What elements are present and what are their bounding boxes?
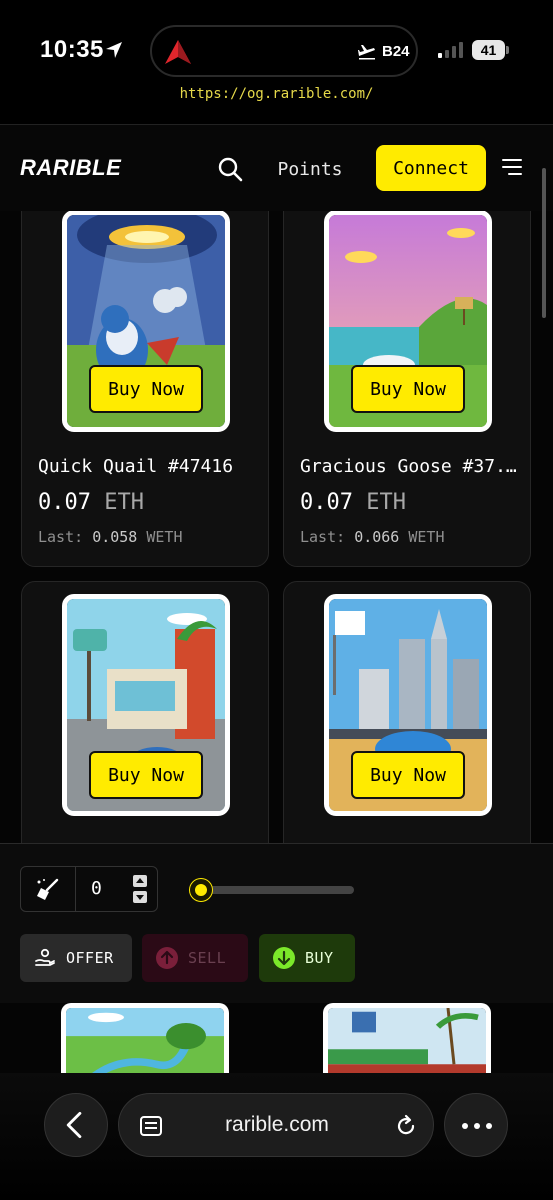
offer-button[interactable]: OFFER xyxy=(20,934,132,982)
buy-now-button[interactable]: Buy Now xyxy=(351,751,465,799)
buy-now-button[interactable]: Buy Now xyxy=(351,365,465,413)
nft-image[interactable] xyxy=(61,1003,229,1073)
nft-card[interactable]: Buy Now xyxy=(283,581,531,843)
address-url[interactable]: rarible.com xyxy=(119,1094,435,1156)
nft-price: 0.07 ETH xyxy=(300,490,406,515)
nft-card[interactable]: Buy Now Gracious Goose #37... 0.07 ETH L… xyxy=(283,211,531,567)
nft-name[interactable]: Gracious Goose #37... xyxy=(300,456,520,477)
battery-tip xyxy=(506,46,509,54)
url-hint: https://og.rarible.com/ xyxy=(179,86,374,102)
nft-card[interactable]: Buy Now xyxy=(21,581,269,843)
reload-icon[interactable] xyxy=(393,1113,419,1139)
divider xyxy=(75,867,76,911)
browser-toolbar: rarible.com xyxy=(0,1073,553,1200)
search-icon[interactable] xyxy=(216,155,244,183)
buy-now-button[interactable]: Buy Now xyxy=(89,365,203,413)
arrow-up-icon xyxy=(156,947,178,969)
nft-image[interactable]: Buy Now xyxy=(62,594,230,816)
battery-level: 41 xyxy=(472,40,505,60)
nft-grid[interactable]: Buy Now Quick Quail #47416 0.07 ETH Last… xyxy=(0,211,553,843)
hamburger-menu-icon[interactable] xyxy=(502,155,528,179)
dynamic-island: B24 xyxy=(150,25,418,77)
decrement-icon[interactable] xyxy=(133,891,147,903)
site-header: RARIBLE Points Connect xyxy=(0,125,553,211)
cellular-signal-icon xyxy=(438,42,463,58)
last-sale-label: Last: xyxy=(300,528,346,546)
sweep-slider-track[interactable] xyxy=(192,886,354,894)
nft-image[interactable] xyxy=(323,1003,491,1073)
flight-code: B24 xyxy=(382,43,410,60)
nft-card[interactable]: Buy Now Quick Quail #47416 0.07 ETH Last… xyxy=(21,211,269,567)
sweep-slider-handle[interactable] xyxy=(190,879,212,901)
nft-price: 0.07 ETH xyxy=(38,490,144,515)
last-sale-value: 0.066 xyxy=(354,528,400,546)
arrow-down-icon xyxy=(273,947,295,969)
back-button[interactable] xyxy=(44,1093,108,1157)
more-options-button[interactable] xyxy=(444,1093,508,1157)
nft-grid-peek xyxy=(0,1003,553,1073)
price-unit: ETH xyxy=(104,490,144,515)
last-sale-label: Last: xyxy=(38,528,84,546)
buy-button[interactable]: BUY xyxy=(259,934,355,982)
sweep-count-input[interactable]: 0 xyxy=(91,878,102,899)
offer-hand-icon xyxy=(34,947,56,969)
nft-image[interactable]: Buy Now xyxy=(324,211,492,432)
sweep-toolbar: 0 OFFER SELL BUY xyxy=(0,843,553,1003)
buy-now-button[interactable]: Buy Now xyxy=(89,751,203,799)
connect-button[interactable]: Connect xyxy=(376,145,486,191)
increment-icon[interactable] xyxy=(133,875,147,887)
rarible-logo[interactable]: RARIBLE xyxy=(20,155,121,181)
battery-indicator: 41 xyxy=(472,40,510,60)
points-button[interactable]: Points xyxy=(262,147,358,191)
status-time: 10:35 xyxy=(40,36,104,63)
train-station-artwork xyxy=(328,1008,486,1073)
broom-sweep-icon xyxy=(37,878,59,900)
last-sale: Last: 0.058 WETH xyxy=(38,528,183,546)
offer-label: OFFER xyxy=(66,949,114,967)
delta-airline-icon xyxy=(165,40,191,64)
last-sale-unit: WETH xyxy=(146,528,183,546)
page-scrollbar[interactable] xyxy=(542,168,546,318)
airplane-icon xyxy=(358,45,375,60)
nft-image[interactable]: Buy Now xyxy=(324,594,492,816)
location-arrow-icon xyxy=(106,42,122,58)
nft-image[interactable]: Buy Now xyxy=(62,211,230,432)
chevron-left-icon xyxy=(66,1111,82,1139)
nft-name[interactable]: Quick Quail #47416 xyxy=(38,456,258,477)
sell-button[interactable]: SELL xyxy=(142,934,248,982)
last-sale-value: 0.058 xyxy=(92,528,138,546)
sweep-quantity-stepper[interactable]: 0 xyxy=(20,866,158,912)
address-bar[interactable]: rarible.com xyxy=(118,1093,434,1157)
sell-label: SELL xyxy=(188,949,227,967)
status-bar: 10:35 B24 41 https://og.rarible.com/ xyxy=(0,0,553,102)
river-landscape-artwork xyxy=(66,1008,224,1073)
price-unit: ETH xyxy=(366,490,406,515)
price-value: 0.07 xyxy=(38,490,91,515)
buy-label: BUY xyxy=(305,949,334,967)
price-value: 0.07 xyxy=(300,490,353,515)
last-sale: Last: 0.066 WETH xyxy=(300,528,445,546)
last-sale-unit: WETH xyxy=(408,528,445,546)
